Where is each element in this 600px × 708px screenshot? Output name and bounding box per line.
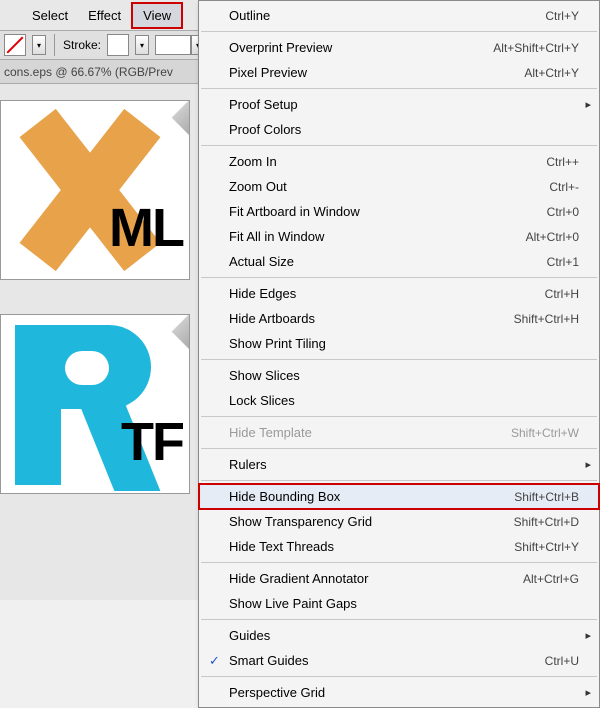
menu-item-proof-setup[interactable]: Proof Setup	[199, 92, 599, 117]
menu-item-guides[interactable]: Guides	[199, 623, 599, 648]
menu-item-shortcut: Shift+Ctrl+D	[514, 515, 579, 529]
menu-item-overprint-preview[interactable]: Overprint PreviewAlt+Shift+Ctrl+Y	[199, 35, 599, 60]
menu-item-shortcut: Ctrl+Y	[545, 9, 579, 23]
stroke-label: Stroke:	[63, 38, 101, 52]
menu-item-label: Overprint Preview	[229, 40, 493, 55]
menu-item-pixel-preview[interactable]: Pixel PreviewAlt+Ctrl+Y	[199, 60, 599, 85]
stroke-swatch[interactable]	[107, 34, 129, 56]
menu-item-outline[interactable]: OutlineCtrl+Y	[199, 3, 599, 28]
menu-item-zoom-in[interactable]: Zoom InCtrl++	[199, 149, 599, 174]
menu-item-label: Smart Guides	[229, 653, 545, 668]
menu-item-label: Proof Setup	[229, 97, 579, 112]
fill-none-swatch[interactable]	[4, 34, 26, 56]
menu-item-shortcut: Ctrl+-	[549, 180, 579, 194]
menu-item-label: Hide Edges	[229, 286, 545, 301]
menu-item-label: Hide Artboards	[229, 311, 514, 326]
menu-item-proof-colors[interactable]: Proof Colors	[199, 117, 599, 142]
artboard-xml[interactable]: ML	[0, 100, 190, 280]
menu-item-shortcut: Alt+Ctrl+0	[526, 230, 579, 244]
menu-item-shortcut: Shift+Ctrl+W	[511, 426, 579, 440]
menu-item-label: Guides	[229, 628, 579, 643]
menu-item-hide-template: Hide TemplateShift+Ctrl+W	[199, 420, 599, 445]
document-tab[interactable]: cons.eps @ 66.67% (RGB/Prev	[4, 65, 173, 79]
menu-item-label: Fit All in Window	[229, 229, 526, 244]
fill-dropdown[interactable]: ▾	[32, 35, 46, 55]
menu-select[interactable]: Select	[22, 4, 78, 27]
menu-item-shortcut: Alt+Shift+Ctrl+Y	[493, 41, 579, 55]
menu-view[interactable]: View	[131, 2, 183, 29]
menu-item-label: Show Print Tiling	[229, 336, 579, 351]
menu-item-show-print-tiling[interactable]: Show Print Tiling	[199, 331, 599, 356]
menu-item-zoom-out[interactable]: Zoom OutCtrl+-	[199, 174, 599, 199]
menu-item-hide-artboards[interactable]: Hide ArtboardsShift+Ctrl+H	[199, 306, 599, 331]
menu-blank[interactable]	[2, 11, 22, 19]
menu-item-shortcut: Shift+Ctrl+Y	[514, 540, 579, 554]
menu-item-shortcut: Alt+Ctrl+G	[523, 572, 579, 586]
menu-item-fit-all-in-window[interactable]: Fit All in WindowAlt+Ctrl+0	[199, 224, 599, 249]
menu-item-shortcut: Ctrl+U	[545, 654, 579, 668]
menu-item-hide-edges[interactable]: Hide EdgesCtrl+H	[199, 281, 599, 306]
menu-item-shortcut: Alt+Ctrl+Y	[524, 66, 579, 80]
stroke-swatch-dropdown[interactable]: ▾	[135, 35, 149, 55]
menu-item-label: Hide Text Threads	[229, 539, 514, 554]
menu-item-lock-slices[interactable]: Lock Slices	[199, 388, 599, 413]
menu-item-shortcut: Ctrl+1	[547, 255, 579, 269]
menu-item-perspective-grid[interactable]: Perspective Grid	[199, 680, 599, 705]
menu-item-label: Pixel Preview	[229, 65, 524, 80]
menu-item-label: Fit Artboard in Window	[229, 204, 547, 219]
menu-item-actual-size[interactable]: Actual SizeCtrl+1	[199, 249, 599, 274]
menu-item-hide-text-threads[interactable]: Hide Text ThreadsShift+Ctrl+Y	[199, 534, 599, 559]
menu-item-label: Hide Bounding Box	[229, 489, 514, 504]
view-menu-dropdown: OutlineCtrl+Y Overprint PreviewAlt+Shift+…	[198, 0, 600, 708]
menu-item-label: Outline	[229, 8, 545, 23]
artboard-rtf[interactable]: TF	[0, 314, 190, 494]
menu-item-smart-guides[interactable]: Smart GuidesCtrl+U	[199, 648, 599, 673]
menu-item-show-transparency-grid[interactable]: Show Transparency GridShift+Ctrl+D	[199, 509, 599, 534]
menu-item-show-slices[interactable]: Show Slices	[199, 363, 599, 388]
menu-item-label: Proof Colors	[229, 122, 579, 137]
menu-item-show-live-paint-gaps[interactable]: Show Live Paint Gaps	[199, 591, 599, 616]
menu-item-shortcut: Shift+Ctrl+H	[514, 312, 579, 326]
stroke-weight-value	[155, 35, 191, 55]
menu-item-label: Lock Slices	[229, 393, 579, 408]
menu-item-label: Zoom Out	[229, 179, 549, 194]
menu-item-shortcut: Ctrl++	[546, 155, 579, 169]
menu-item-shortcut: Ctrl+0	[547, 205, 579, 219]
menu-item-label: Rulers	[229, 457, 579, 472]
menu-item-label: Perspective Grid	[229, 685, 579, 700]
ml-text: ML	[109, 201, 183, 255]
menu-item-label: Show Slices	[229, 368, 579, 383]
menu-item-label: Zoom In	[229, 154, 546, 169]
menu-item-hide-bounding-box[interactable]: Hide Bounding BoxShift+Ctrl+B	[199, 484, 599, 509]
menu-item-label: Actual Size	[229, 254, 547, 269]
menu-item-label: Show Live Paint Gaps	[229, 596, 579, 611]
menu-item-label: Hide Template	[229, 425, 511, 440]
tf-text: TF	[121, 415, 183, 469]
menu-item-shortcut: Ctrl+H	[545, 287, 579, 301]
menu-item-label: Show Transparency Grid	[229, 514, 514, 529]
menu-item-shortcut: Shift+Ctrl+B	[514, 490, 579, 504]
menu-effect[interactable]: Effect	[78, 4, 131, 27]
menu-item-rulers[interactable]: Rulers	[199, 452, 599, 477]
menu-item-label: Hide Gradient Annotator	[229, 571, 523, 586]
menu-item-hide-gradient-annotator[interactable]: Hide Gradient AnnotatorAlt+Ctrl+G	[199, 566, 599, 591]
menu-item-fit-artboard-in-window[interactable]: Fit Artboard in WindowCtrl+0	[199, 199, 599, 224]
